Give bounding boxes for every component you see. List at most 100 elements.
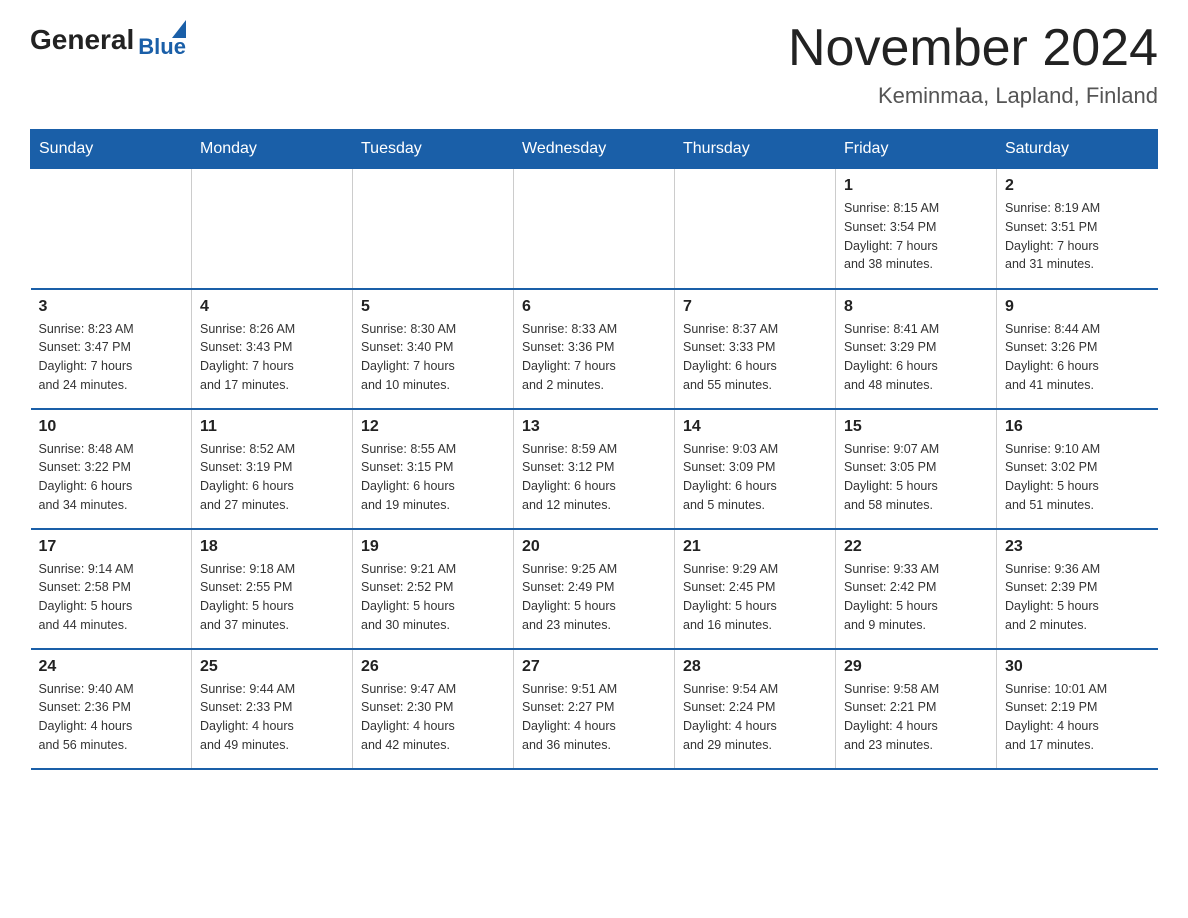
day-number: 26 <box>361 658 505 676</box>
calendar-cell: 15 Sunrise: 9:07 AM Sunset: 3:05 PM Dayli… <box>836 409 997 529</box>
day-info: Sunrise: 9:51 AM Sunset: 2:27 PM Dayligh… <box>522 680 666 755</box>
day-number: 18 <box>200 538 344 556</box>
calendar-cell <box>675 169 836 289</box>
day-number: 9 <box>1005 298 1150 316</box>
calendar-cell: 11 Sunrise: 8:52 AM Sunset: 3:19 PM Dayli… <box>192 409 353 529</box>
weekday-header-monday: Monday <box>192 130 353 169</box>
calendar-cell: 18 Sunrise: 9:18 AM Sunset: 2:55 PM Dayli… <box>192 529 353 649</box>
day-info: Sunrise: 9:40 AM Sunset: 2:36 PM Dayligh… <box>39 680 184 755</box>
week-row-4: 17Sunrise: 9:14 AM Sunset: 2:58 PM Dayli… <box>31 529 1158 649</box>
weekday-header-sunday: Sunday <box>31 130 192 169</box>
day-info: Sunrise: 9:07 AM Sunset: 3:05 PM Dayligh… <box>844 440 988 515</box>
calendar-cell: 20 Sunrise: 9:25 AM Sunset: 2:49 PM Dayli… <box>514 529 675 649</box>
calendar-cell: 21 Sunrise: 9:29 AM Sunset: 2:45 PM Dayli… <box>675 529 836 649</box>
day-info: Sunrise: 9:18 AM Sunset: 2:55 PM Dayligh… <box>200 560 344 635</box>
calendar-cell: 4 Sunrise: 8:26 AM Sunset: 3:43 PM Daylig… <box>192 289 353 409</box>
calendar-cell: 30 Sunrise: 10:01 AM Sunset: 2:19 PM Dayl… <box>997 649 1158 769</box>
calendar-cell: 24 Sunrise: 9:40 AM Sunset: 2:36 PM Dayli… <box>31 649 192 769</box>
calendar-cell: 1 Sunrise: 8:15 AM Sunset: 3:54 PM Daylig… <box>836 169 997 289</box>
calendar-cell: 13 Sunrise: 8:59 AM Sunset: 3:12 PM Dayli… <box>514 409 675 529</box>
day-number: 10 <box>39 418 184 436</box>
day-info: Sunrise: 8:26 AM Sunset: 3:43 PM Dayligh… <box>200 320 344 395</box>
day-number: 11 <box>200 418 344 436</box>
day-number: 6 <box>522 298 666 316</box>
day-info: Sunrise: 8:48 AM Sunset: 3:22 PM Dayligh… <box>39 440 184 515</box>
day-number: 27 <box>522 658 666 676</box>
calendar-subtitle: Keminmaa, Lapland, Finland <box>788 83 1158 109</box>
day-info: Sunrise: 9:29 AM Sunset: 2:45 PM Dayligh… <box>683 560 827 635</box>
day-info: Sunrise: 9:58 AM Sunset: 2:21 PM Dayligh… <box>844 680 988 755</box>
calendar-cell <box>353 169 514 289</box>
day-info: Sunrise: 9:47 AM Sunset: 2:30 PM Dayligh… <box>361 680 505 755</box>
calendar-cell: 10 Sunrise: 8:48 AM Sunset: 3:22 PM Dayli… <box>31 409 192 529</box>
day-number: 13 <box>522 418 666 436</box>
weekday-header-thursday: Thursday <box>675 130 836 169</box>
day-number: 1 <box>844 177 988 195</box>
logo-general-text: General <box>30 24 134 56</box>
calendar-cell: 12 Sunrise: 8:55 AM Sunset: 3:15 PM Dayli… <box>353 409 514 529</box>
calendar-cell: 26 Sunrise: 9:47 AM Sunset: 2:30 PM Dayli… <box>353 649 514 769</box>
day-number: 4 <box>200 298 344 316</box>
calendar-cell: 27 Sunrise: 9:51 AM Sunset: 2:27 PM Dayli… <box>514 649 675 769</box>
day-number: 16 <box>1005 418 1150 436</box>
calendar-cell: 23Sunrise: 9:36 AM Sunset: 2:39 PM Dayli… <box>997 529 1158 649</box>
day-number: 30 <box>1005 658 1150 676</box>
calendar-cell: 28Sunrise: 9:54 AM Sunset: 2:24 PM Dayli… <box>675 649 836 769</box>
header: General Blue November 2024 Keminmaa, Lap… <box>30 20 1158 109</box>
logo-blue-part: Blue <box>138 20 186 60</box>
calendar-cell: 8 Sunrise: 8:41 AM Sunset: 3:29 PM Daylig… <box>836 289 997 409</box>
day-info: Sunrise: 9:03 AM Sunset: 3:09 PM Dayligh… <box>683 440 827 515</box>
weekday-header-wednesday: Wednesday <box>514 130 675 169</box>
day-info: Sunrise: 8:55 AM Sunset: 3:15 PM Dayligh… <box>361 440 505 515</box>
calendar-cell: 29 Sunrise: 9:58 AM Sunset: 2:21 PM Dayli… <box>836 649 997 769</box>
day-info: Sunrise: 9:25 AM Sunset: 2:49 PM Dayligh… <box>522 560 666 635</box>
logo-blue-text: Blue <box>138 34 186 60</box>
week-row-2: 3 Sunrise: 8:23 AM Sunset: 3:47 PM Daylig… <box>31 289 1158 409</box>
calendar-cell: 16Sunrise: 9:10 AM Sunset: 3:02 PM Dayli… <box>997 409 1158 529</box>
calendar-cell: 5Sunrise: 8:30 AM Sunset: 3:40 PM Daylig… <box>353 289 514 409</box>
day-info: Sunrise: 8:30 AM Sunset: 3:40 PM Dayligh… <box>361 320 505 395</box>
day-number: 17 <box>39 538 184 556</box>
calendar-cell <box>31 169 192 289</box>
week-row-3: 10 Sunrise: 8:48 AM Sunset: 3:22 PM Dayli… <box>31 409 1158 529</box>
day-number: 24 <box>39 658 184 676</box>
calendar-cell: 9 Sunrise: 8:44 AM Sunset: 3:26 PM Daylig… <box>997 289 1158 409</box>
day-info: Sunrise: 8:44 AM Sunset: 3:26 PM Dayligh… <box>1005 320 1150 395</box>
day-number: 2 <box>1005 177 1150 195</box>
day-info: Sunrise: 8:19 AM Sunset: 3:51 PM Dayligh… <box>1005 199 1150 274</box>
day-number: 12 <box>361 418 505 436</box>
calendar-cell: 25Sunrise: 9:44 AM Sunset: 2:33 PM Dayli… <box>192 649 353 769</box>
day-number: 21 <box>683 538 827 556</box>
day-number: 3 <box>39 298 184 316</box>
day-number: 7 <box>683 298 827 316</box>
weekday-header-tuesday: Tuesday <box>353 130 514 169</box>
calendar-cell: 14 Sunrise: 9:03 AM Sunset: 3:09 PM Dayli… <box>675 409 836 529</box>
calendar-cell <box>514 169 675 289</box>
day-info: Sunrise: 10:01 AM Sunset: 2:19 PM Daylig… <box>1005 680 1150 755</box>
day-number: 29 <box>844 658 988 676</box>
day-info: Sunrise: 9:36 AM Sunset: 2:39 PM Dayligh… <box>1005 560 1150 635</box>
calendar-header: SundayMondayTuesdayWednesdayThursdayFrid… <box>31 130 1158 169</box>
day-number: 22 <box>844 538 988 556</box>
day-number: 25 <box>200 658 344 676</box>
calendar-title: November 2024 <box>788 20 1158 77</box>
day-info: Sunrise: 8:59 AM Sunset: 3:12 PM Dayligh… <box>522 440 666 515</box>
day-info: Sunrise: 8:23 AM Sunset: 3:47 PM Dayligh… <box>39 320 184 395</box>
day-number: 15 <box>844 418 988 436</box>
day-info: Sunrise: 8:15 AM Sunset: 3:54 PM Dayligh… <box>844 199 988 274</box>
day-info: Sunrise: 8:41 AM Sunset: 3:29 PM Dayligh… <box>844 320 988 395</box>
day-number: 8 <box>844 298 988 316</box>
week-row-5: 24 Sunrise: 9:40 AM Sunset: 2:36 PM Dayli… <box>31 649 1158 769</box>
calendar-table: SundayMondayTuesdayWednesdayThursdayFrid… <box>30 129 1158 770</box>
weekday-header-saturday: Saturday <box>997 130 1158 169</box>
day-info: Sunrise: 8:52 AM Sunset: 3:19 PM Dayligh… <box>200 440 344 515</box>
week-row-1: 1 Sunrise: 8:15 AM Sunset: 3:54 PM Daylig… <box>31 169 1158 289</box>
day-number: 14 <box>683 418 827 436</box>
weekday-header-row: SundayMondayTuesdayWednesdayThursdayFrid… <box>31 130 1158 169</box>
calendar-cell: 6Sunrise: 8:33 AM Sunset: 3:36 PM Daylig… <box>514 289 675 409</box>
title-area: November 2024 Keminmaa, Lapland, Finland <box>788 20 1158 109</box>
day-number: 20 <box>522 538 666 556</box>
day-number: 19 <box>361 538 505 556</box>
calendar-cell: 2 Sunrise: 8:19 AM Sunset: 3:51 PM Daylig… <box>997 169 1158 289</box>
logo: General Blue <box>30 20 186 60</box>
